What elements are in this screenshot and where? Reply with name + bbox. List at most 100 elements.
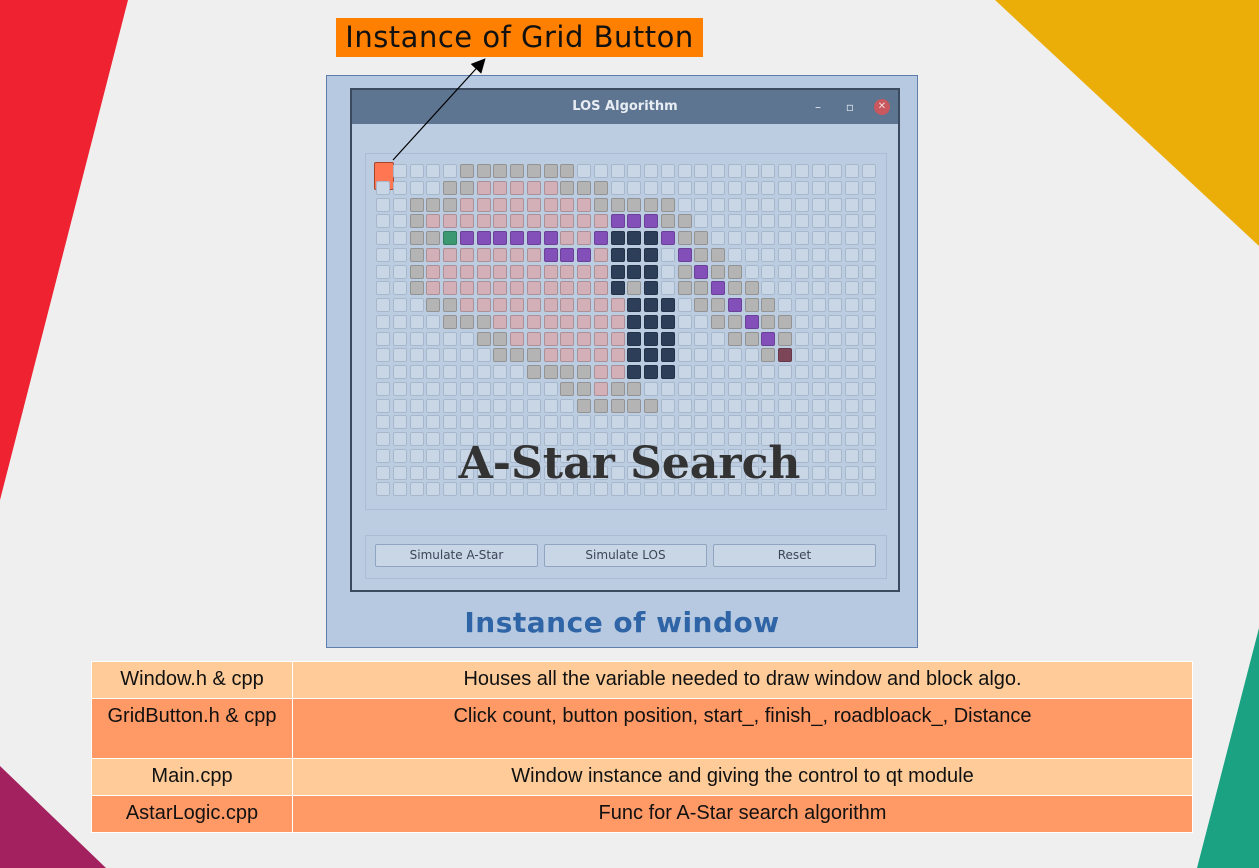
grid-cell-empty[interactable] [711,398,725,413]
grid-cell-navy[interactable] [627,264,642,279]
grid-cell-empty[interactable] [744,214,759,229]
grid-cell-empty[interactable] [694,197,709,212]
grid-cell-gray[interactable] [677,281,692,296]
grid-cell-pink[interactable] [593,281,608,296]
grid-cell-purple[interactable] [744,314,759,329]
grid-cell-pink[interactable] [526,247,541,262]
grid-cell-empty[interactable] [861,164,876,178]
grid-cell-empty[interactable] [677,415,692,430]
grid-cell-pink[interactable] [476,197,491,212]
grid-cell-pink[interactable] [459,264,474,279]
grid-cell-empty[interactable] [510,381,524,396]
grid-cell-purple[interactable] [493,231,508,245]
grid-cell-purple[interactable] [761,331,776,346]
grid-cell-empty[interactable] [727,231,742,245]
grid-cell-gray[interactable] [577,365,591,379]
grid-cell-navy[interactable] [627,314,642,329]
grid-cell-empty[interactable] [543,398,558,413]
grid-cell-empty[interactable] [794,314,809,329]
grid-cell-navy[interactable] [644,365,658,379]
grid-cell-empty[interactable] [828,415,843,430]
grid-cell-empty[interactable] [677,314,692,329]
grid-cell-pink[interactable] [493,197,508,212]
grid-cell-gray[interactable] [761,298,776,312]
grid-cell-empty[interactable] [409,415,424,430]
grid-cell-empty[interactable] [828,398,843,413]
grid-cell-empty[interactable] [443,164,457,178]
grid-cell-empty[interactable] [376,247,390,262]
grid-cell-empty[interactable] [677,164,692,178]
grid-cell-empty[interactable] [677,331,692,346]
grid-cell-empty[interactable] [627,164,642,178]
grid-cell-empty[interactable] [409,164,424,178]
grid-cell-empty[interactable] [459,331,474,346]
grid-cell-pink[interactable] [593,348,608,363]
grid-cell-empty[interactable] [811,331,826,346]
grid-cell-navy[interactable] [610,264,625,279]
grid-cell-empty[interactable] [644,164,658,178]
grid-cell-navy[interactable] [660,348,675,363]
grid-cell-purple[interactable] [526,231,541,245]
grid-cell-empty[interactable] [711,381,725,396]
grid-cell-pink[interactable] [493,281,508,296]
grid-cell-empty[interactable] [392,281,407,296]
grid-cell-empty[interactable] [811,164,826,178]
grid-cell-empty[interactable] [493,398,508,413]
grid-cell-empty[interactable] [778,264,792,279]
grid-cell-gray[interactable] [443,197,457,212]
grid-cell-empty[interactable] [811,197,826,212]
grid-cell-empty[interactable] [845,398,859,413]
grid-cell-empty[interactable] [443,415,457,430]
grid-cell-empty[interactable] [811,214,826,229]
grid-cell-empty[interactable] [392,415,407,430]
grid-cell-pink[interactable] [493,298,508,312]
grid-cell-empty[interactable] [727,348,742,363]
grid-cell-empty[interactable] [392,365,407,379]
grid-cell-pink[interactable] [476,214,491,229]
grid-cell-empty[interactable] [426,180,441,195]
grid-cell-empty[interactable] [744,197,759,212]
grid-cell-empty[interactable] [694,398,709,413]
grid-cell-empty[interactable] [761,264,776,279]
grid-cell-empty[interactable] [677,398,692,413]
grid-cell-gray[interactable] [543,365,558,379]
grid-cell-empty[interactable] [627,180,642,195]
grid-cell-empty[interactable] [727,197,742,212]
grid-cell-pink[interactable] [577,331,591,346]
grid-cell-purple[interactable] [627,214,642,229]
grid-cell-empty[interactable] [677,197,692,212]
grid-cell-empty[interactable] [443,398,457,413]
grid-cell-gray[interactable] [526,365,541,379]
grid-cell-empty[interactable] [610,415,625,430]
grid-cell-empty[interactable] [510,365,524,379]
grid-cell-empty[interactable] [828,331,843,346]
grid-cell-pink[interactable] [560,298,575,312]
grid-cell-empty[interactable] [845,298,859,312]
grid-cell-empty[interactable] [476,415,491,430]
grid-cell-gray[interactable] [577,398,591,413]
grid-cell-empty[interactable] [409,398,424,413]
grid-cell-empty[interactable] [493,415,508,430]
grid-cell-empty[interactable] [493,365,508,379]
grid-cell-empty[interactable] [778,415,792,430]
grid-cell-empty[interactable] [560,415,575,430]
grid-cell-empty[interactable] [526,381,541,396]
grid-cell-pink[interactable] [510,180,524,195]
grid-cell-empty[interactable] [426,415,441,430]
grid-cell-empty[interactable] [677,365,692,379]
grid-cell-navy[interactable] [644,264,658,279]
grid-cell-empty[interactable] [577,164,591,178]
grid-cell-empty[interactable] [778,197,792,212]
grid-cell-empty[interactable] [861,398,876,413]
grid-cell-empty[interactable] [761,231,776,245]
grid-cell-navy[interactable] [627,231,642,245]
grid-cell-empty[interactable] [694,348,709,363]
grid-cell-pink[interactable] [493,247,508,262]
grid-cell-purple[interactable] [459,231,474,245]
grid-cell-pink[interactable] [459,281,474,296]
grid-cell-empty[interactable] [660,398,675,413]
grid-cell-empty[interactable] [761,180,776,195]
grid-cell-empty[interactable] [660,180,675,195]
grid-cell-empty[interactable] [577,415,591,430]
grid-cell-empty[interactable] [392,331,407,346]
